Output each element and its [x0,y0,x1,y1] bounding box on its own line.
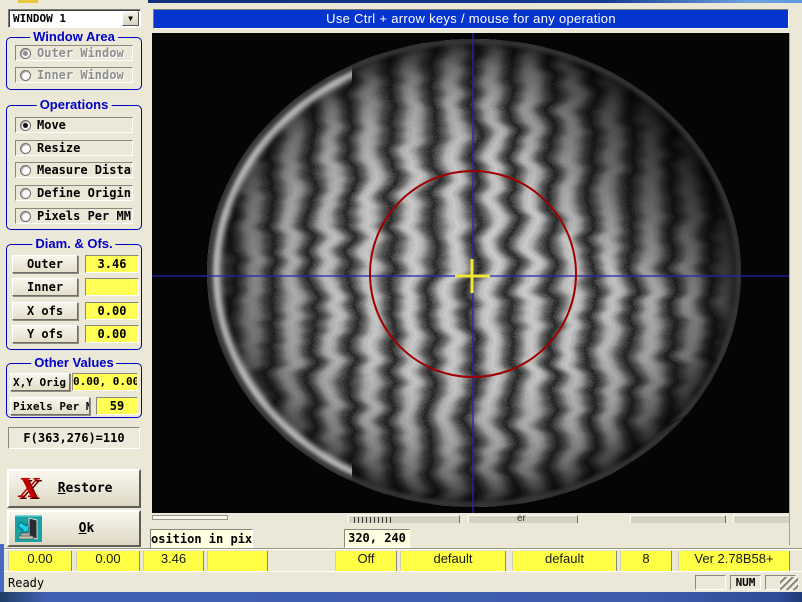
metric-cell-0: 0.00 [8,551,72,571]
diam-ofs-title: Diam. & Ofs. [32,236,115,251]
other-values-group: Other Values X,Y Orig 0.00, 0.00 Pixels … [6,363,142,418]
partial-slider[interactable] [348,515,460,523]
metric-cell-7: 8 [620,551,672,571]
x-ofs-field[interactable]: 0.00 [85,302,139,320]
xy-orig-button[interactable]: X,Y Orig [10,373,70,391]
outer-button[interactable]: Outer [12,255,78,273]
pixels-per-mm-field[interactable]: 59 [96,397,138,415]
operations-title: Operations [37,97,112,112]
num-lock-indicator: NUM [730,575,761,590]
resize-grip[interactable] [780,577,798,590]
inner-diameter-field[interactable] [85,278,139,296]
radio-icon [20,48,31,59]
outer-diameter-field[interactable]: 3.46 [85,255,139,273]
metric-cell-3 [207,551,268,571]
chevron-down-icon[interactable]: ▼ [122,11,139,26]
window-border-left [0,544,4,592]
radio-icon [20,70,31,81]
window-area-group: Window Area Outer Window Inner Window [6,37,142,90]
partial-button-1[interactable] [630,515,726,523]
window-area-title: Window Area [30,29,118,44]
radio-define-origin[interactable]: Define Origin [15,185,133,201]
radio-icon [20,165,31,176]
metric-cell-1: 0.00 [76,551,140,571]
separator [0,549,802,550]
partial-edit-strip [152,515,228,520]
radio-icon [20,143,31,154]
diam-ofs-group: Diam. & Ofs. Outer 3.46 Inner X ofs 0.00… [6,244,142,350]
window-border-bottom [0,592,802,602]
position-in-pixel-label: osition in pixel [150,529,253,549]
radio-icon [20,188,31,199]
metric-row: 0.00 0.00 3.46 Off default default 8 Ver… [4,551,802,571]
radio-icon [20,120,31,131]
metric-cell-5: default [400,551,506,571]
position-in-pixel-value: 320, 240 [344,529,410,548]
pixels-per-mm-button[interactable]: Pixels Per MM [10,397,90,415]
ok-button[interactable]: Ok [7,510,141,547]
instruction-banner: Use Ctrl + arrow keys / mouse for any op… [153,9,789,29]
metric-cell-4: Off [335,551,397,571]
window-selector[interactable]: WINDOW 1 ▼ [8,9,141,28]
radio-outer-window[interactable]: Outer Window [15,45,133,61]
restore-button[interactable]: X Restore [7,469,141,508]
radio-measure-distance[interactable]: Measure Distance [15,162,133,178]
red-x-icon: X [19,476,39,502]
metric-cell-2: 3.46 [143,551,204,571]
background-window-fragment [18,0,38,3]
window-selector-value: WINDOW 1 [9,12,122,25]
app-window: WINDOW 1 ▼ Use Ctrl + arrow keys / mouse… [0,0,802,602]
status-bar: Ready NUM [0,571,802,592]
radio-move[interactable]: Move [15,117,133,133]
top-window-edge [148,0,802,3]
inner-button[interactable]: Inner [12,278,78,296]
partial-button-2[interactable] [733,515,790,523]
pixel-value-readout: F(363,276)=110 [8,427,140,449]
slider-ticks [354,517,394,523]
metric-cell-8: Ver 2.78B58+ [678,551,790,571]
radio-icon [20,211,31,222]
y-ofs-button[interactable]: Y ofs [12,325,78,343]
radio-pixels-per-mm[interactable]: Pixels Per MM [15,208,133,224]
interferogram-viewer[interactable] [152,33,790,513]
radio-resize[interactable]: Resize [15,140,133,156]
x-ofs-button[interactable]: X ofs [12,302,78,320]
status-message: Ready [8,576,44,590]
exit-door-icon [15,515,42,542]
window-border-right [789,33,790,545]
status-pane-1 [695,575,726,590]
interferogram-image [152,33,790,513]
operations-group: Operations Move Resize Measure Distance … [6,105,142,230]
metric-cell-6: default [512,551,617,571]
radio-inner-window[interactable]: Inner Window [15,67,133,83]
xy-orig-field[interactable]: 0.00, 0.00 [72,373,138,391]
partial-button-center[interactable]: er [468,515,578,523]
other-values-title: Other Values [31,355,116,370]
y-ofs-field[interactable]: 0.00 [85,325,139,343]
